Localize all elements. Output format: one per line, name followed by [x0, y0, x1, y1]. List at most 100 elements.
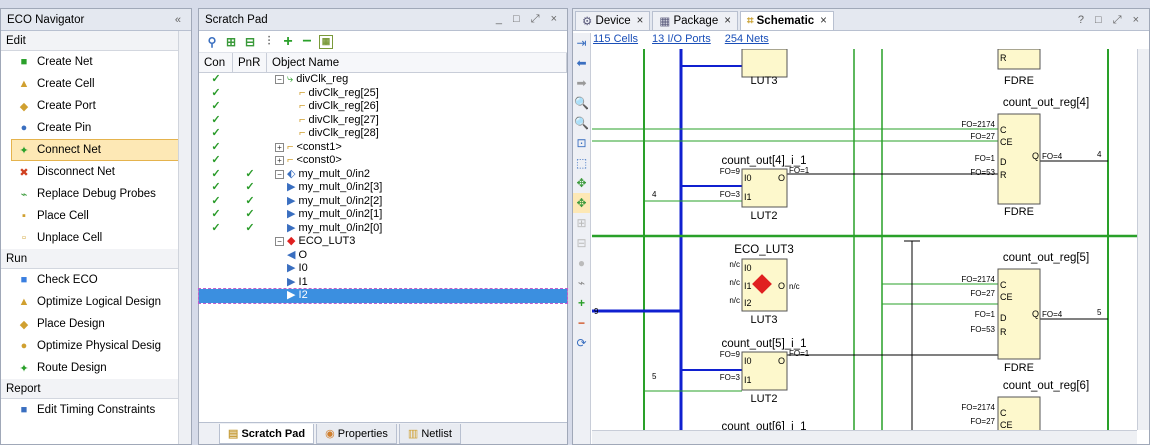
section-report[interactable]: Report: [1, 379, 191, 399]
plus-disabled-icon[interactable]: ⊞: [573, 213, 590, 233]
expander-icon[interactable]: +: [275, 156, 284, 165]
tree-row[interactable]: ▶ I0: [199, 262, 567, 276]
tree-row[interactable]: ✓ ⌐ divClk_reg[28]: [199, 127, 567, 141]
schematic-horizontal-scrollbar[interactable]: [592, 430, 1137, 444]
select-area-icon[interactable]: ⬚: [573, 153, 590, 173]
io-ports-link[interactable]: 13 I/O Ports: [652, 33, 711, 49]
tree-row[interactable]: ✓ ⌐ divClk_reg[27]: [199, 114, 567, 128]
tree-row[interactable]: ▶ I1: [199, 276, 567, 290]
nav-item-unplace-cell[interactable]: ▫ Unplace Cell: [1, 227, 191, 249]
zoom-out-icon[interactable]: 🔍: [573, 113, 590, 133]
collapse-all-icon[interactable]: ⊟: [243, 35, 257, 49]
port-icon: ▶: [287, 194, 299, 207]
schematic-window-controls[interactable]: ? □ ⤢ ×: [1078, 14, 1143, 27]
tree-row[interactable]: − ◆ ECO_LUT3: [199, 235, 567, 249]
tree-row[interactable]: ◀ O: [199, 249, 567, 263]
schematic-vertical-scrollbar[interactable]: [1137, 49, 1149, 430]
expand-cell-icon[interactable]: ✥: [573, 173, 590, 193]
tab-schematic[interactable]: ⌗ Schematic ×: [739, 11, 834, 30]
zoom-fit-icon[interactable]: ⊡: [573, 133, 590, 153]
nav-item-optimize-logical-design[interactable]: ▲ Optimize Logical Design: [1, 291, 191, 313]
remove-cell-icon[interactable]: −: [573, 313, 590, 333]
expander-icon[interactable]: −: [275, 169, 284, 179]
nav-item-route-design[interactable]: ✦ Route Design: [1, 357, 191, 379]
svg-text:FO=9: FO=9: [720, 350, 741, 359]
nav-item-edit-timing-constraints[interactable]: ■ Edit Timing Constraints: [1, 399, 191, 421]
close-icon[interactable]: ×: [637, 15, 644, 27]
unplace-cell-icon: ▫: [22, 232, 26, 244]
tree-row[interactable]: ✓ ✓ ▶ my_mult_0/in2[2]: [199, 195, 567, 209]
auto-expand-icon[interactable]: ✥: [573, 193, 590, 213]
nav-item-place-cell[interactable]: ▪ Place Cell: [1, 205, 191, 227]
expander-icon[interactable]: −: [275, 237, 284, 246]
nav-item-disconnect-net[interactable]: ✖ Disconnect Net: [1, 161, 191, 183]
nav-item-replace-debug-probes[interactable]: ⌁ Replace Debug Probes: [1, 183, 191, 205]
expander-icon[interactable]: −: [275, 75, 284, 84]
tree-row[interactable]: ✓ ✓ ▶ my_mult_0/in2[3]: [199, 181, 567, 195]
close-icon[interactable]: ×: [724, 15, 731, 27]
schematic-icon[interactable]: ▦: [319, 34, 333, 49]
search-icon[interactable]: ⚲: [205, 35, 219, 49]
col-object-name[interactable]: Object Name: [267, 53, 567, 72]
add-cell-icon[interactable]: +: [573, 293, 590, 313]
tree-row[interactable]: ✓ − ⤷ divClk_reg: [199, 73, 567, 87]
tab-package[interactable]: ▦ Package ×: [652, 11, 738, 30]
tab-netlist[interactable]: ▥ Netlist: [398, 423, 461, 444]
section-run[interactable]: Run: [1, 249, 191, 269]
optimize-logical-icon: ▲: [18, 296, 30, 308]
object-name: ECO_LUT3: [298, 235, 356, 247]
tab-properties[interactable]: ◉ Properties: [316, 423, 397, 444]
window-controls[interactable]: _ □ ⤢ ×: [496, 13, 561, 26]
remove-icon[interactable]: −: [300, 33, 314, 50]
minus-disabled-icon[interactable]: ⊟: [573, 233, 590, 253]
col-con[interactable]: Con: [199, 53, 233, 72]
route-icon[interactable]: ⌁: [573, 273, 590, 293]
nav-item-optimize-physical-desig[interactable]: ● Optimize Physical Desig: [1, 335, 191, 357]
nav-item-create-cell[interactable]: ▲ Create Cell: [1, 73, 191, 95]
tree-row[interactable]: ✓ ✓ ▶ my_mult_0/in2[1]: [199, 208, 567, 222]
timing-constraints-icon: ■: [20, 404, 28, 416]
nav-item-place-design[interactable]: ◆ Place Design: [1, 313, 191, 335]
nav-item-create-pin[interactable]: ● Create Pin: [1, 117, 191, 139]
tree-row[interactable]: ▶ I2: [198, 288, 568, 304]
expand-all-icon[interactable]: ⊞: [224, 35, 238, 49]
tab-device[interactable]: ⚙ Device ×: [575, 11, 651, 30]
nav-item-create-net[interactable]: ■ Create Net: [1, 51, 191, 73]
nets-link[interactable]: 254 Nets: [725, 33, 769, 49]
tree-row[interactable]: ✓ ⌐ divClk_reg[26]: [199, 100, 567, 114]
tree-row[interactable]: ✓ ⌐ divClk_reg[25]: [199, 87, 567, 101]
zoom-in-icon[interactable]: 🔍: [573, 93, 590, 113]
pnr-check: [233, 154, 267, 168]
tree-row[interactable]: ✓ + ⌐ <const0>: [199, 154, 567, 168]
cells-link[interactable]: 115 Cells: [593, 33, 638, 49]
nav-item-check-eco[interactable]: ■ Check ECO: [1, 269, 191, 291]
tree-row[interactable]: ✓ ✓ ▶ my_mult_0/in2[0]: [199, 222, 567, 236]
svg-text:R: R: [1000, 327, 1007, 337]
tab-scratch-pad[interactable]: ▤ Scratch Pad: [219, 423, 315, 444]
back-arrow-icon[interactable]: ⬅: [573, 53, 590, 73]
close-icon[interactable]: ×: [820, 15, 827, 27]
pnr-check: [233, 262, 267, 276]
add-icon[interactable]: +: [281, 33, 295, 50]
regenerate-icon[interactable]: ⟳: [573, 333, 590, 353]
expand-panel-icon[interactable]: ⇥: [573, 33, 590, 53]
tree-row[interactable]: ✓ ✓ − ⬖ my_mult_0/in2: [199, 168, 567, 182]
object-name-cell: + ⌐ <const0>: [267, 154, 567, 168]
expander-icon[interactable]: +: [275, 142, 284, 152]
pnr-check: [233, 114, 267, 128]
schematic-canvas[interactable]: LUT3 R FDRE count_out_reg[4] C CE D R Q …: [592, 49, 1137, 430]
col-pnr[interactable]: PnR: [233, 53, 267, 72]
section-edit[interactable]: Edit: [1, 31, 191, 51]
collapse-button[interactable]: «: [175, 14, 185, 26]
nav-item-create-port[interactable]: ◆ Create Port: [1, 95, 191, 117]
refresh-icon[interactable]: ●: [573, 253, 590, 273]
forward-arrow-icon[interactable]: ➡: [573, 73, 590, 93]
hierarchy-icon[interactable]: ⫶: [262, 34, 276, 49]
nav-item-connect-net[interactable]: ✦ Connect Net: [11, 139, 187, 161]
object-name: my_mult_0/in2[2]: [298, 194, 383, 207]
object-name: divClk_reg: [296, 73, 349, 85]
tree-row[interactable]: ✓ + ⌐ <const1>: [199, 141, 567, 155]
svg-text:LUT3: LUT3: [751, 314, 778, 326]
eco-scrollbar[interactable]: [178, 31, 191, 444]
port-icon: ▶: [287, 275, 299, 288]
